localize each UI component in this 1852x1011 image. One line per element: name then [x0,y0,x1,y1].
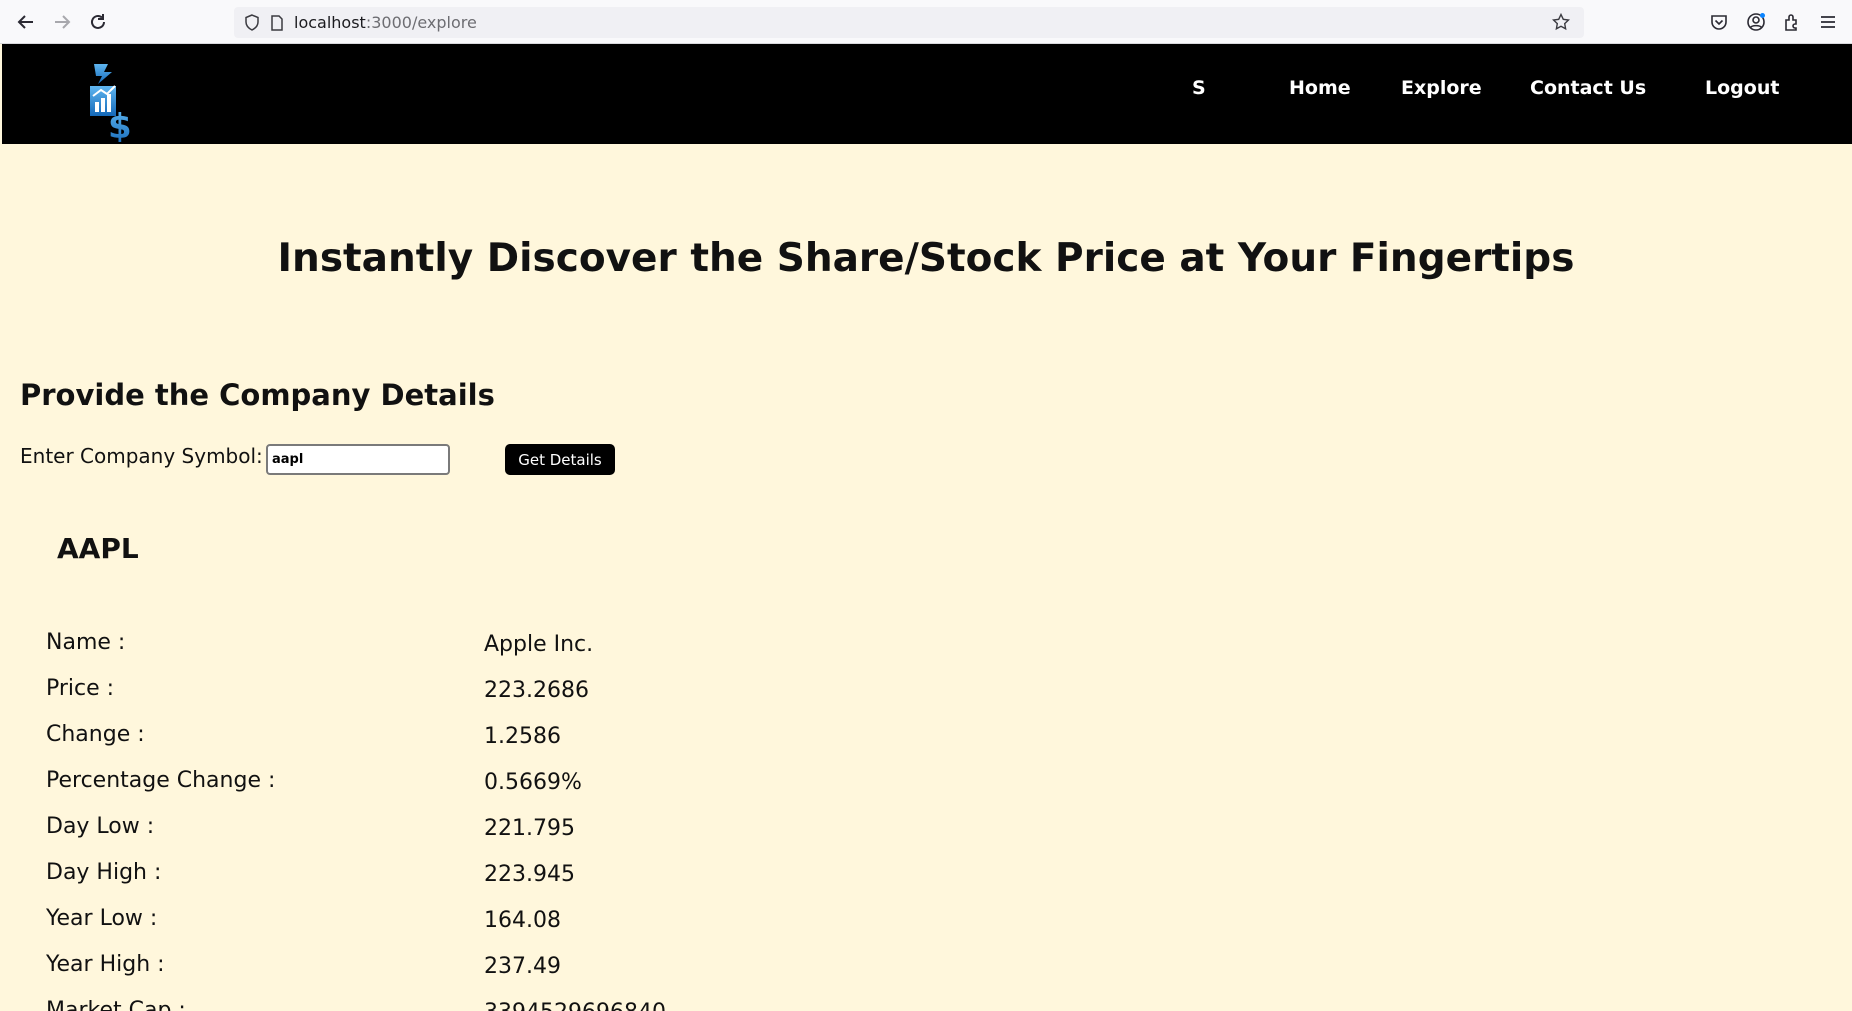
detail-row-year-high: Year High : 237.49 [46,952,746,998]
url-host: localhost [294,13,366,32]
reload-icon[interactable] [86,10,110,34]
hero-title: Instantly Discover the Share/Stock Price… [277,236,1575,281]
get-details-button[interactable]: Get Details [505,444,615,475]
detail-row-price: Price : 223.2686 [46,676,746,722]
back-icon[interactable] [14,10,38,34]
symbol-input[interactable] [266,444,450,475]
section-title: Provide the Company Details [20,378,495,412]
detail-value: 223.945 [484,862,575,887]
extensions-icon[interactable] [1782,12,1802,32]
symbol-label: Enter Company Symbol: [20,444,263,468]
nav-explore[interactable]: Explore [1401,77,1482,99]
site-header: $ S Home Explore Contact Us Logout [2,44,1852,144]
nav-home[interactable]: Home [1289,77,1351,99]
detail-value: 1.2586 [484,724,561,749]
nav-contact-us[interactable]: Contact Us [1530,77,1646,99]
detail-label: Year Low : [46,906,158,931]
detail-row-year-low: Year Low : 164.08 [46,906,746,952]
detail-label: Price : [46,676,115,701]
page-info-icon[interactable] [270,15,284,31]
nav-user-initial[interactable]: S [1192,77,1206,99]
detail-value: 223.2686 [484,678,589,703]
detail-row-name: Name : Apple Inc. [46,630,746,676]
detail-label: Name : [46,630,126,655]
forward-icon[interactable] [50,10,74,34]
detail-label: Day High : [46,860,162,885]
detail-value: Apple Inc. [484,632,594,657]
tracking-shield-icon[interactable] [244,14,260,31]
pocket-icon[interactable] [1709,12,1729,32]
detail-row-percentage-change: Percentage Change : 0.5669% [46,768,746,814]
detail-value: 237.49 [484,954,561,979]
detail-label: Market Cap : [46,998,186,1011]
detail-label: Percentage Change : [46,768,276,793]
svg-text:$: $ [108,107,132,142]
site-logo[interactable]: $ [88,62,138,142]
url-path: :3000/explore [365,13,477,32]
address-bar[interactable]: localhost:3000/explore [234,7,1584,38]
detail-value: 0.5669% [484,770,582,795]
detail-value: 3394529696840 [484,1000,666,1011]
account-icon[interactable] [1746,12,1766,32]
menu-icon[interactable] [1818,12,1838,32]
detail-row-change: Change : 1.2586 [46,722,746,768]
detail-label: Year High : [46,952,165,977]
detail-label: Change : [46,722,145,747]
detail-row-day-high: Day High : 223.945 [46,860,746,906]
detail-value: 164.08 [484,908,561,933]
bookmark-star-icon[interactable] [1552,13,1570,31]
browser-toolbar: localhost:3000/explore [0,0,1852,44]
url-text[interactable]: localhost:3000/explore [294,13,477,32]
nav-logout[interactable]: Logout [1705,77,1779,99]
detail-label: Day Low : [46,814,155,839]
detail-row-market-cap: Market Cap : 3394529696840 [46,998,746,1011]
detail-row-day-low: Day Low : 221.795 [46,814,746,860]
detail-value: 221.795 [484,816,575,841]
result-symbol: AAPL [57,532,139,565]
